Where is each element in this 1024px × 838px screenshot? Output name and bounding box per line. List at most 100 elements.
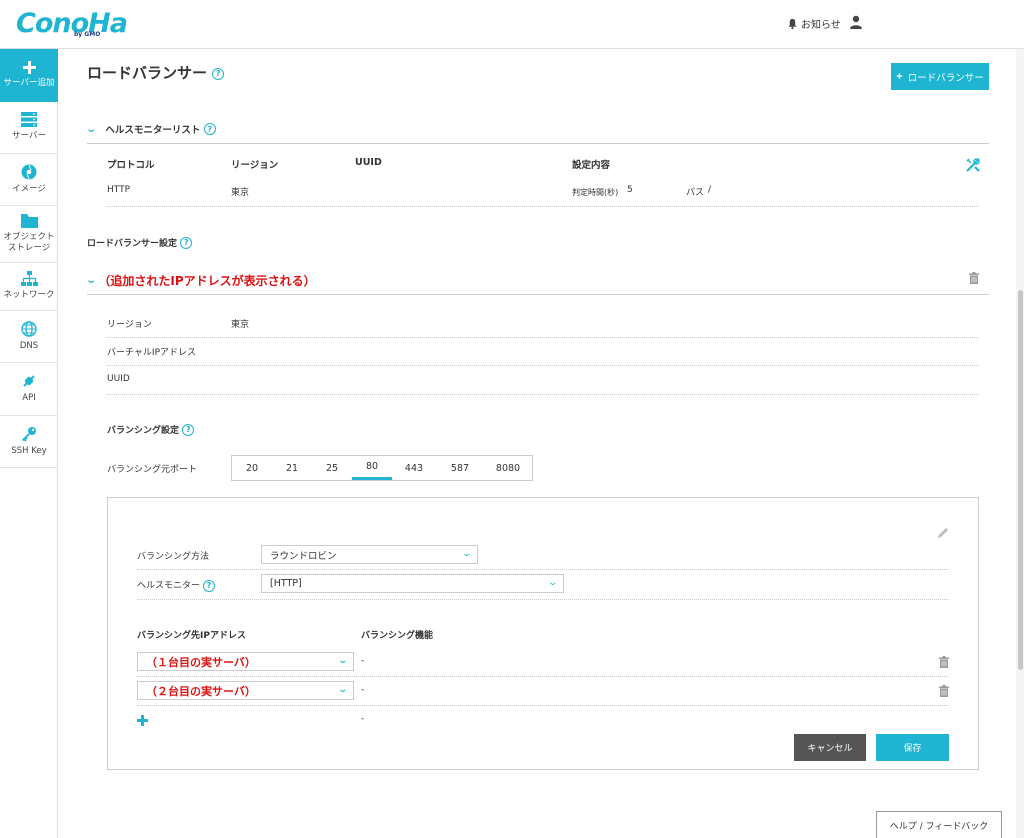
column-header-uuid: UUID bbox=[355, 157, 382, 168]
image-icon bbox=[21, 164, 37, 180]
port-tab-25[interactable]: 25 bbox=[312, 456, 352, 480]
conoha-logo[interactable]: ConoHa bbox=[16, 8, 128, 39]
server-1-value: （１台目の実サーバ） bbox=[146, 655, 256, 669]
sidebar-item-ssh-key[interactable]: SSH Key bbox=[0, 416, 58, 468]
server-icon bbox=[21, 112, 37, 128]
chevron-down-icon: ⌄ bbox=[85, 275, 98, 286]
save-button[interactable]: 保存 bbox=[876, 734, 949, 761]
health-monitor-select-value: [HTTP] bbox=[270, 578, 302, 589]
plus-icon bbox=[22, 60, 36, 74]
chevron-down-icon: ⌄ bbox=[337, 685, 349, 695]
column-header-protocol: プロトコル bbox=[107, 160, 155, 171]
port-tab-21[interactable]: 21 bbox=[272, 456, 312, 480]
add-row-feature: - bbox=[361, 714, 365, 724]
server-2-feature: - bbox=[361, 685, 365, 695]
sidebar-item-network[interactable]: ネットワーク bbox=[0, 263, 58, 311]
region-label: リージョン bbox=[107, 320, 152, 330]
cancel-button[interactable]: キャンセル bbox=[794, 734, 866, 761]
scrollbar-thumb[interactable] bbox=[1018, 290, 1023, 670]
row-protocol: HTTP bbox=[107, 185, 131, 195]
pencil-icon[interactable] bbox=[937, 527, 949, 539]
trash-icon[interactable] bbox=[939, 656, 949, 668]
monitor-label-text: ヘルスモニター bbox=[137, 581, 201, 591]
network-icon bbox=[20, 271, 38, 287]
server-1-feature: - bbox=[361, 656, 365, 666]
logo-byline: by GMO bbox=[74, 31, 101, 38]
sidebar-item-object-storage[interactable]: オブジェクト ストレージ bbox=[0, 206, 58, 263]
port-tabs: 20 21 25 80 443 587 8080 bbox=[231, 455, 533, 481]
judge-time-value: 5 bbox=[627, 185, 633, 195]
user-icon[interactable] bbox=[849, 15, 863, 29]
virtual-ip-label: バーチャルIPアドレス bbox=[107, 348, 196, 358]
trash-icon[interactable] bbox=[939, 685, 949, 697]
notice-link[interactable]: お知らせ bbox=[787, 16, 841, 31]
trash-icon[interactable] bbox=[969, 272, 979, 284]
sidebar-item-api[interactable]: API bbox=[0, 363, 58, 416]
help-icon[interactable]: ? bbox=[182, 423, 195, 436]
server-2-select[interactable]: （２台目の実サーバ） ⌄ bbox=[137, 681, 354, 700]
health-monitor-list-header[interactable]: ⌄ ヘルスモニターリスト ? bbox=[85, 122, 216, 136]
sidebar-item-label: SSH Key bbox=[11, 445, 47, 456]
region-value: 東京 bbox=[231, 320, 250, 330]
row-region: 東京 bbox=[231, 188, 250, 198]
ip-address-heading: （追加されたIPアドレスが表示される） bbox=[98, 274, 316, 288]
row-divider bbox=[107, 206, 979, 207]
help-feedback-button[interactable]: ヘルプ / フィードバック bbox=[876, 811, 1002, 838]
chevron-down-icon: ⌄ bbox=[461, 549, 473, 559]
port-tab-8080[interactable]: 8080 bbox=[484, 456, 532, 480]
sidebar-item-dns[interactable]: DNS bbox=[0, 311, 58, 363]
sidebar-item-server[interactable]: サーバー bbox=[0, 102, 58, 154]
sidebar-item-label: DNS bbox=[19, 340, 39, 351]
port-tab-80[interactable]: 80 bbox=[352, 456, 392, 480]
row-divider bbox=[107, 365, 979, 366]
column-header-settings: 設定内容 bbox=[572, 160, 611, 171]
sidebar-item-label: ネットワーク bbox=[3, 290, 55, 301]
sidebar-item-label: API bbox=[22, 393, 36, 404]
dest-ip-header: バランシング先IPアドレス bbox=[137, 631, 246, 641]
sidebar-item-label: サーバー bbox=[12, 131, 46, 142]
folder-icon bbox=[20, 213, 38, 228]
row-divider bbox=[137, 569, 949, 570]
help-icon[interactable]: ? bbox=[212, 67, 225, 80]
monitor-label: ヘルスモニター ? bbox=[137, 578, 215, 592]
port-label: バランシング元ポート bbox=[107, 465, 198, 475]
row-divider bbox=[107, 337, 979, 338]
globe-icon bbox=[21, 321, 37, 337]
add-server-row-icon[interactable] bbox=[137, 715, 148, 726]
sidebar-item-label: イメージ bbox=[12, 183, 46, 194]
column-header-region: リージョン bbox=[231, 160, 279, 171]
notice-label: お知らせ bbox=[801, 20, 841, 31]
balancing-settings-header: バランシング設定 ? bbox=[107, 423, 195, 436]
port-tab-20[interactable]: 20 bbox=[232, 456, 272, 480]
chevron-down-icon: ⌄ bbox=[547, 578, 559, 588]
judge-time-label: 判定時間(秒) bbox=[572, 188, 619, 197]
divider bbox=[87, 294, 989, 295]
sidebar-item-label: オブジェクト ストレージ bbox=[3, 231, 55, 253]
lb-ip-header[interactable]: ⌄ （追加されたIPアドレスが表示される） bbox=[85, 272, 316, 289]
page-title: ロードバランサー ? bbox=[87, 62, 225, 83]
sidebar-item-add-server[interactable]: サーバー追加 bbox=[0, 49, 58, 102]
port-tab-443[interactable]: 443 bbox=[392, 456, 436, 480]
plus-icon: + bbox=[896, 70, 903, 83]
row-divider bbox=[137, 705, 949, 706]
method-select[interactable]: ラウンドロビン ⌄ bbox=[261, 545, 478, 564]
api-icon bbox=[23, 375, 35, 388]
sidebar: サーバー追加 サーバー イメージ オブジェクト ストレージ ネットワーク DNS… bbox=[0, 49, 58, 838]
row-divider bbox=[137, 599, 949, 600]
help-icon[interactable]: ? bbox=[203, 123, 216, 135]
help-icon[interactable]: ? bbox=[180, 236, 193, 249]
add-load-balancer-label: ロードバランサー bbox=[907, 72, 984, 84]
top-bar: ConoHa by GMO お知らせ bbox=[0, 0, 1024, 49]
health-monitor-select[interactable]: [HTTP] ⌄ bbox=[261, 574, 564, 593]
health-monitor-list-title: ヘルスモニターリスト bbox=[105, 125, 201, 136]
feature-header: バランシング機能 bbox=[361, 631, 434, 641]
port-tab-587[interactable]: 587 bbox=[436, 456, 484, 480]
key-icon bbox=[21, 426, 36, 442]
server-1-select[interactable]: （１台目の実サーバ） ⌄ bbox=[137, 652, 354, 671]
row-divider bbox=[137, 676, 949, 677]
sidebar-item-image[interactable]: イメージ bbox=[0, 154, 58, 206]
add-load-balancer-button[interactable]: + ロードバランサー bbox=[891, 63, 989, 90]
tools-icon[interactable] bbox=[966, 158, 980, 172]
help-icon[interactable]: ? bbox=[202, 579, 215, 592]
chevron-down-icon: ⌄ bbox=[337, 656, 349, 666]
